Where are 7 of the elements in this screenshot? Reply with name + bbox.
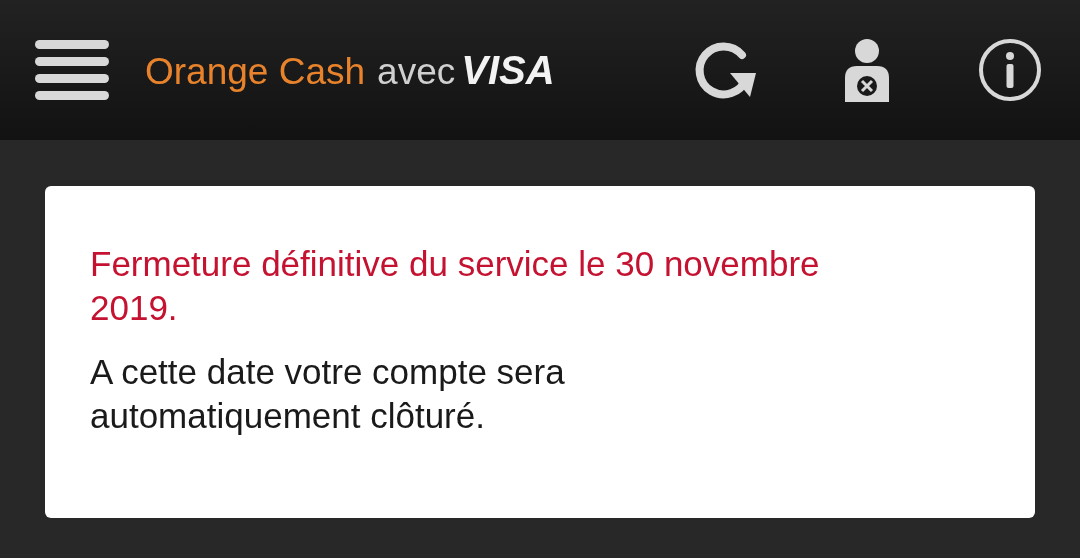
notice-text: A cette date votre compte sera automatiquement clôturé.: [90, 351, 566, 437]
notice-title: Fermeture définitive du service le 30 novembre 2019.: [90, 243, 821, 329]
app-title-connector: avec: [377, 50, 456, 93]
menu-icon[interactable]: [35, 40, 109, 100]
partner-logo: VISA: [461, 47, 555, 93]
info-icon[interactable]: [978, 38, 1042, 102]
app-title: Orange Cash: [145, 50, 366, 93]
